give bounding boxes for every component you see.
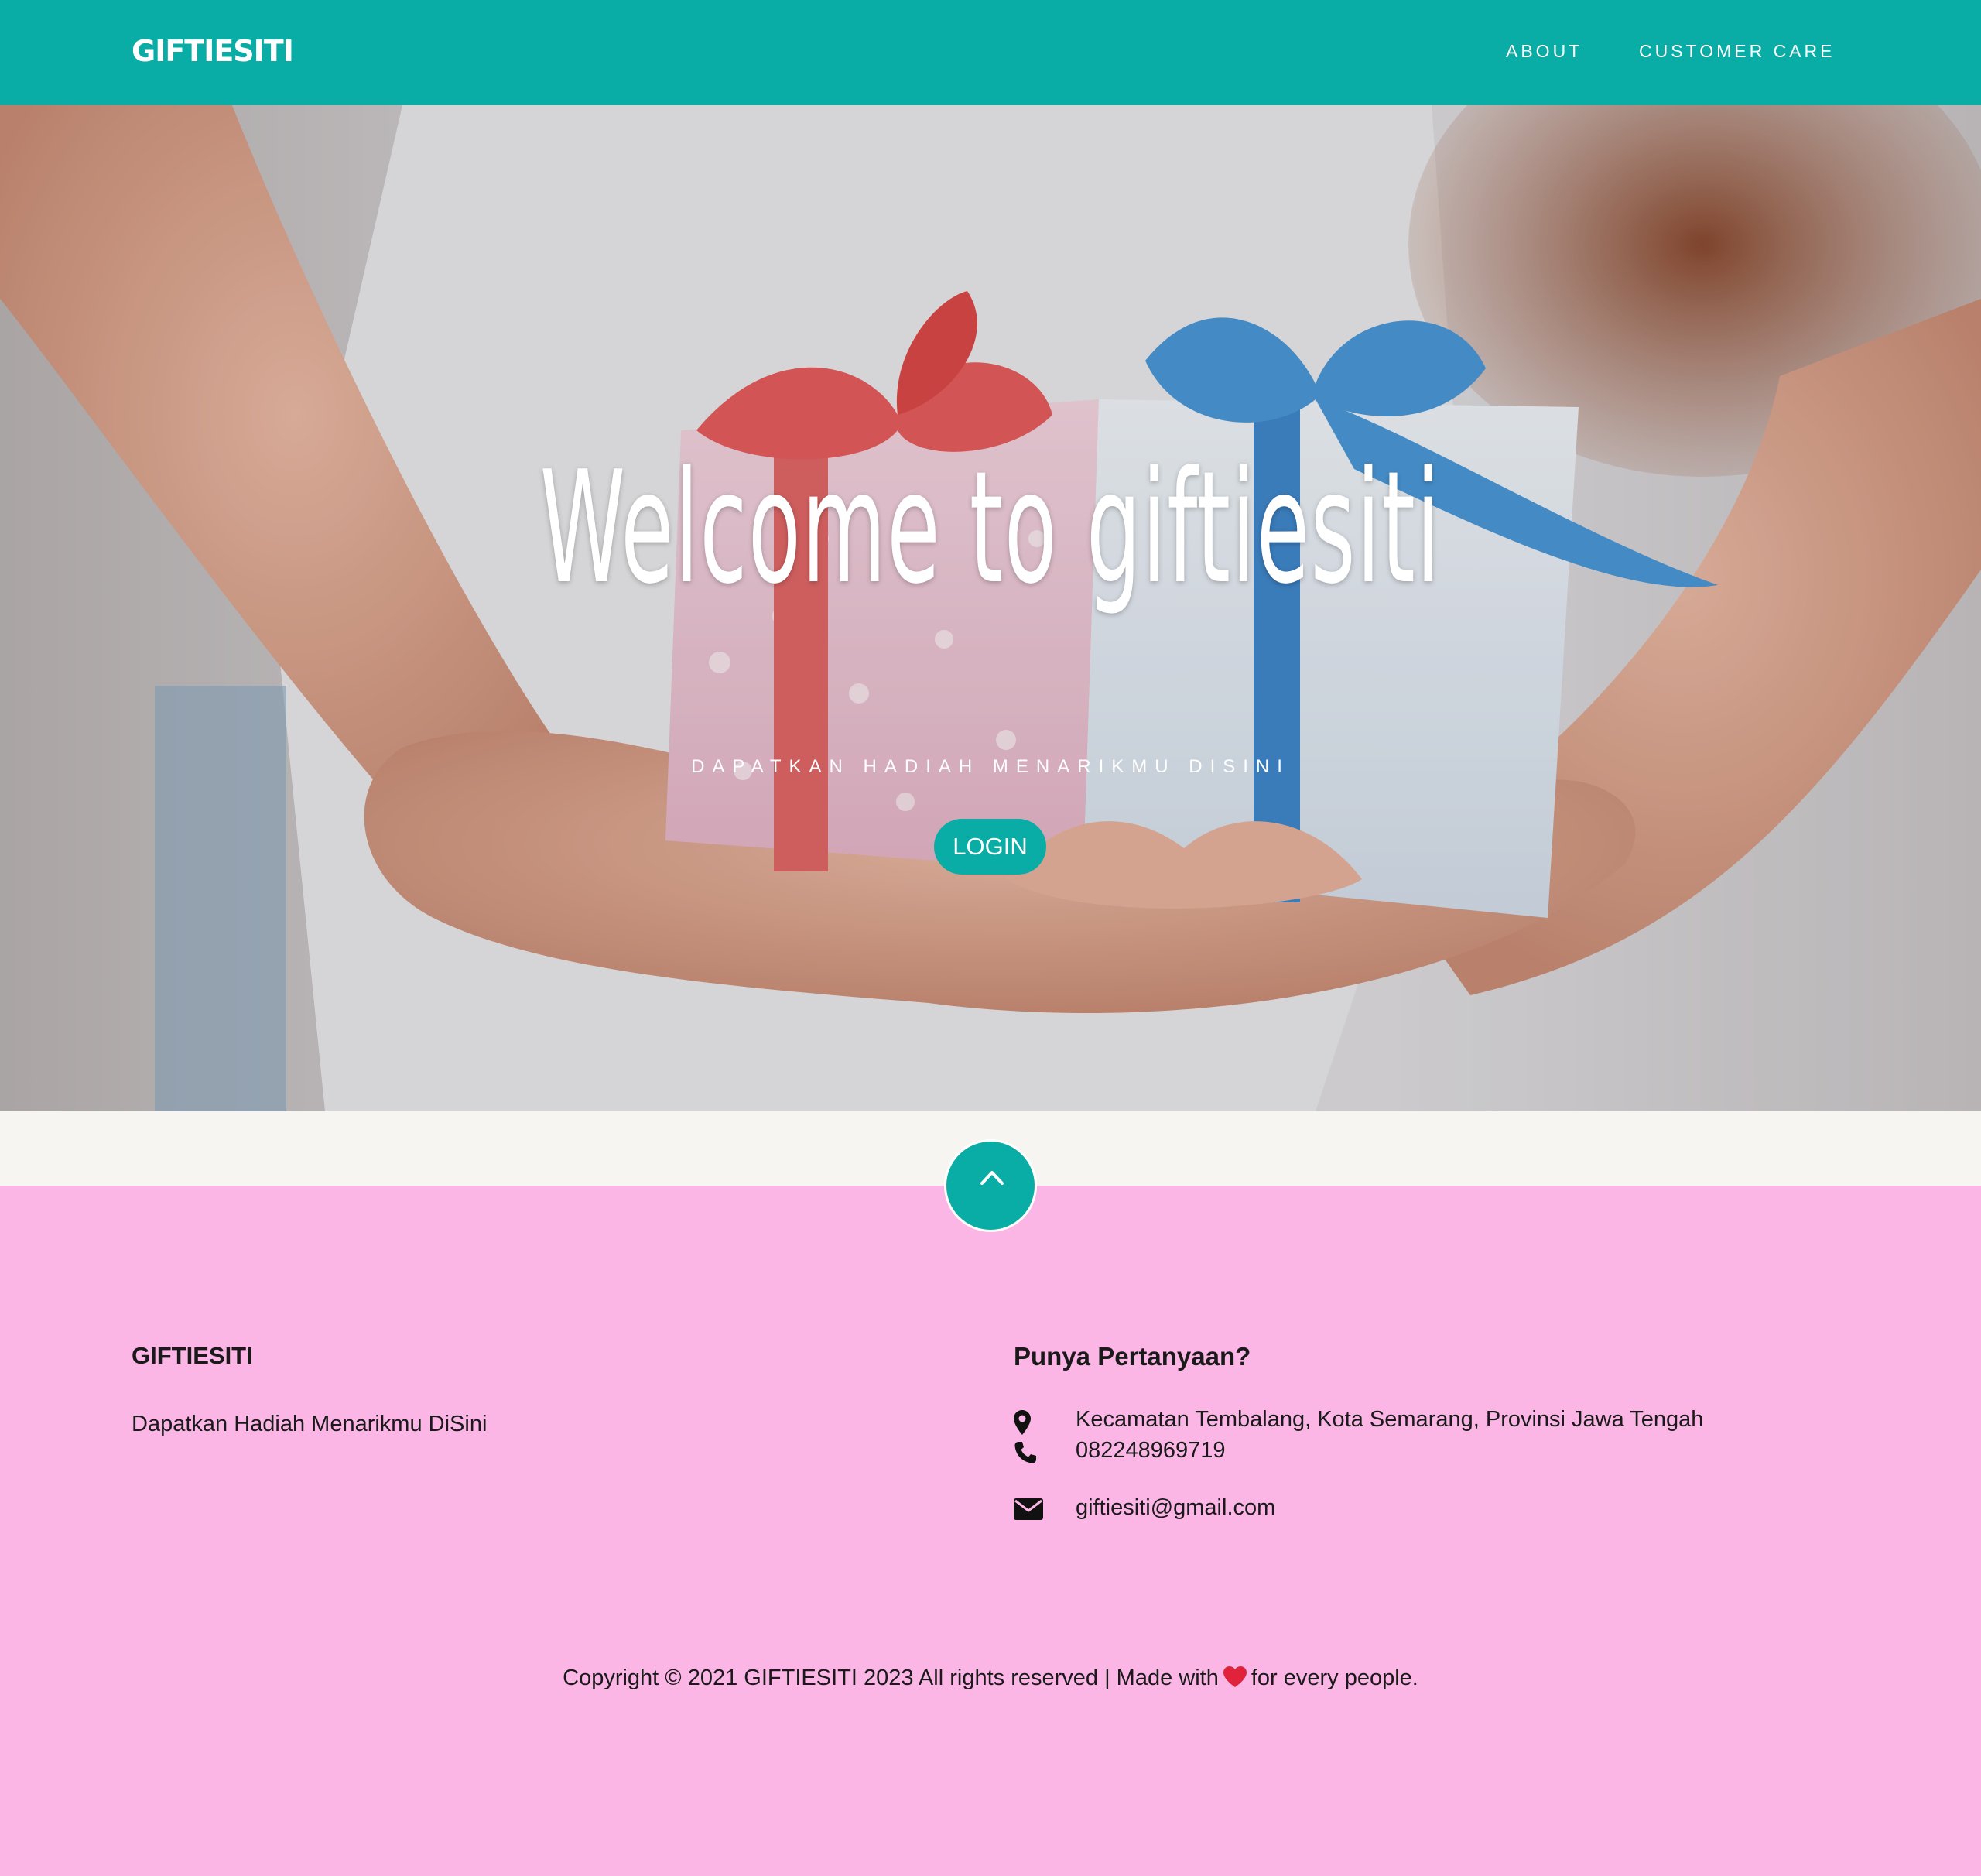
copyright-suffix: for every people.: [1251, 1665, 1418, 1690]
footer-brand: GIFTIESITI: [132, 1342, 253, 1369]
hero-subtitle: DAPATKAN HADIAH MENARIKMU DISINI: [691, 756, 1290, 777]
contact-phone[interactable]: 082248969719: [1076, 1438, 1226, 1463]
contact-address: Kecamatan Tembalang, Kota Semarang, Prov…: [1076, 1407, 1704, 1432]
navbar: GIFTIESITI ABOUT CUSTOMER CARE: [0, 0, 1981, 105]
envelope-icon: [1014, 1498, 1043, 1520]
nav-link-customer-care[interactable]: CUSTOMER CARE: [1639, 41, 1836, 62]
nav-link-about[interactable]: ABOUT: [1506, 41, 1582, 62]
heart-icon: [1223, 1666, 1247, 1687]
contact-heading: Punya Pertanyaan?: [1014, 1342, 1251, 1371]
hero-section: Welcome to giftiesiti DAPATKAN HADIAH ME…: [0, 105, 1981, 1111]
hero-title: Welcome to giftiesiti: [539, 438, 1442, 618]
chevron-up-icon: [980, 1171, 1004, 1185]
footer-tagline: Dapatkan Hadiah Menarikmu DiSini: [132, 1412, 488, 1436]
login-button[interactable]: LOGIN: [934, 819, 1046, 875]
copyright-prefix: Copyright © 2021 GIFTIESITI 2023 All rig…: [563, 1665, 1219, 1690]
footer: GIFTIESITI Dapatkan Hadiah Menarikmu DiS…: [0, 1186, 1981, 1876]
copyright-text: Copyright © 2021 GIFTIESITI 2023 All rig…: [0, 1665, 1981, 1691]
brand-logo[interactable]: GIFTIESITI: [132, 34, 294, 68]
map-marker-icon: [1014, 1410, 1031, 1435]
contact-email[interactable]: giftiesiti@gmail.com: [1076, 1495, 1275, 1521]
scroll-to-top-button[interactable]: [944, 1139, 1037, 1232]
phone-icon: [1014, 1442, 1036, 1463]
